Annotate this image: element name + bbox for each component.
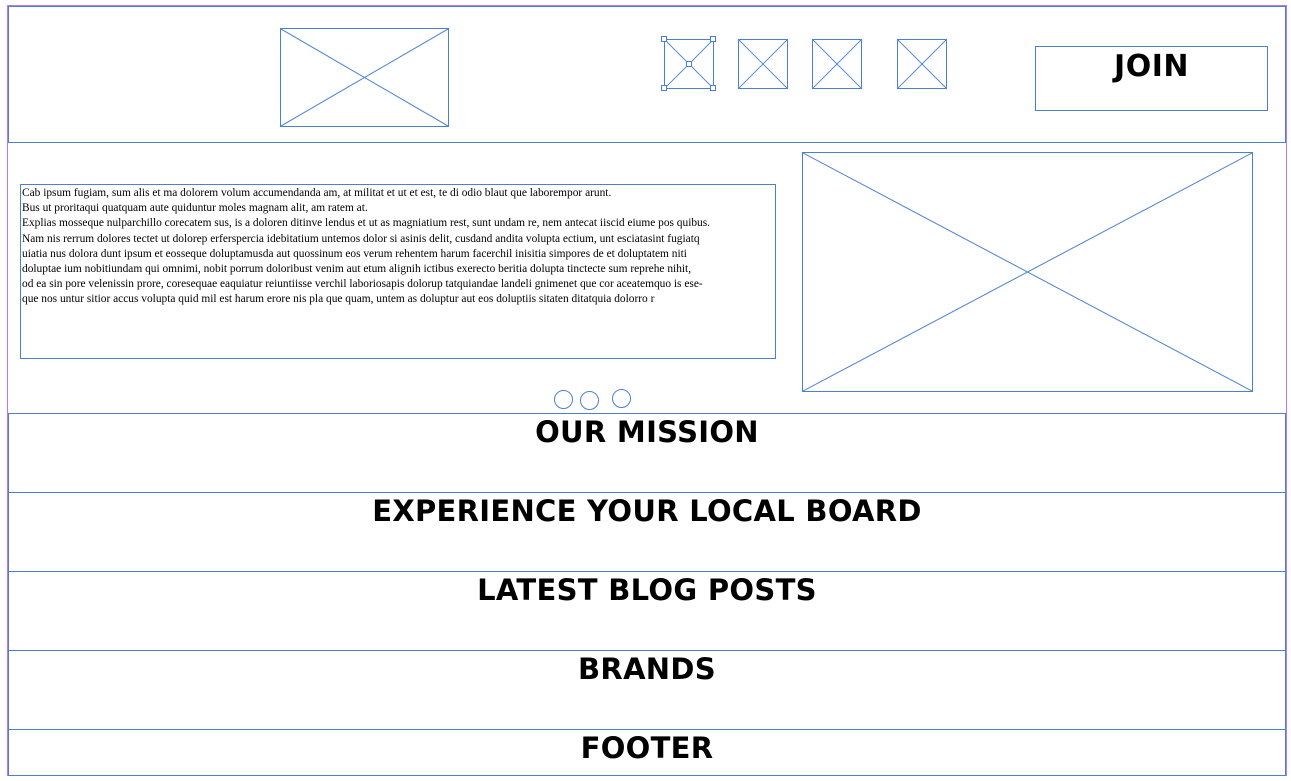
hero-paragraph-line: doluptae ium nobitiundam qui omnimi, nob… bbox=[22, 263, 692, 276]
hero-paragraph-line: od ea sin pore velenissin prore, coreseq… bbox=[22, 278, 703, 291]
logo-image-placeholder-icon[interactable] bbox=[280, 28, 449, 127]
brands-section: BRANDS bbox=[8, 650, 1286, 730]
selection-handle[interactable] bbox=[710, 85, 716, 91]
local-board-section: EXPERIENCE YOUR LOCAL BOARD bbox=[8, 492, 1286, 572]
join-button[interactable]: JOIN bbox=[1035, 46, 1268, 111]
social-icon-3[interactable] bbox=[812, 39, 862, 89]
local-board-heading: EXPERIENCE YOUR LOCAL BOARD bbox=[372, 494, 922, 528]
social-icon-4[interactable] bbox=[897, 39, 947, 89]
selection-handle[interactable] bbox=[661, 36, 667, 42]
carousel-dot-2[interactable] bbox=[580, 391, 599, 410]
selection-handle[interactable] bbox=[661, 85, 667, 91]
mission-section: OUR MISSION bbox=[8, 413, 1286, 493]
hero-paragraph-line: que nos untur sitior accus volupta quid … bbox=[22, 293, 655, 306]
hero-image-placeholder-icon bbox=[802, 152, 1253, 392]
hero-paragraph-line: Bus ut proritaqui quatquam aute quiduntu… bbox=[22, 202, 368, 215]
join-button-label: JOIN bbox=[1114, 49, 1189, 84]
footer-section: FOOTER bbox=[8, 729, 1286, 776]
blog-section: LATEST BLOG POSTS bbox=[8, 571, 1286, 651]
brands-heading: BRANDS bbox=[578, 652, 716, 686]
social-icon-2[interactable] bbox=[738, 39, 788, 89]
hero-paragraph-line: Cab ipsum fugiam, sum alis et ma dolorem… bbox=[22, 187, 612, 199]
carousel-dot-3[interactable] bbox=[612, 389, 631, 408]
hero-paragraph-line: uiatia nus dolora dunt ipsum et eosseque… bbox=[22, 247, 687, 260]
carousel-dot-1[interactable] bbox=[554, 390, 573, 409]
blog-heading: LATEST BLOG POSTS bbox=[477, 573, 817, 607]
footer-heading: FOOTER bbox=[580, 731, 714, 765]
hero-paragraph-line: Nam nis rerrum dolores tectet ut dolorep… bbox=[22, 232, 700, 245]
selection-handle[interactable] bbox=[686, 61, 692, 67]
mission-heading: OUR MISSION bbox=[535, 415, 759, 449]
hero-paragraph-line: Explias mosseque nulparchillo corecatem … bbox=[22, 217, 711, 230]
selection-handle[interactable] bbox=[710, 36, 716, 42]
hero-text-block: Cab ipsum fugiam, sum alis et ma dolorem… bbox=[20, 184, 776, 359]
